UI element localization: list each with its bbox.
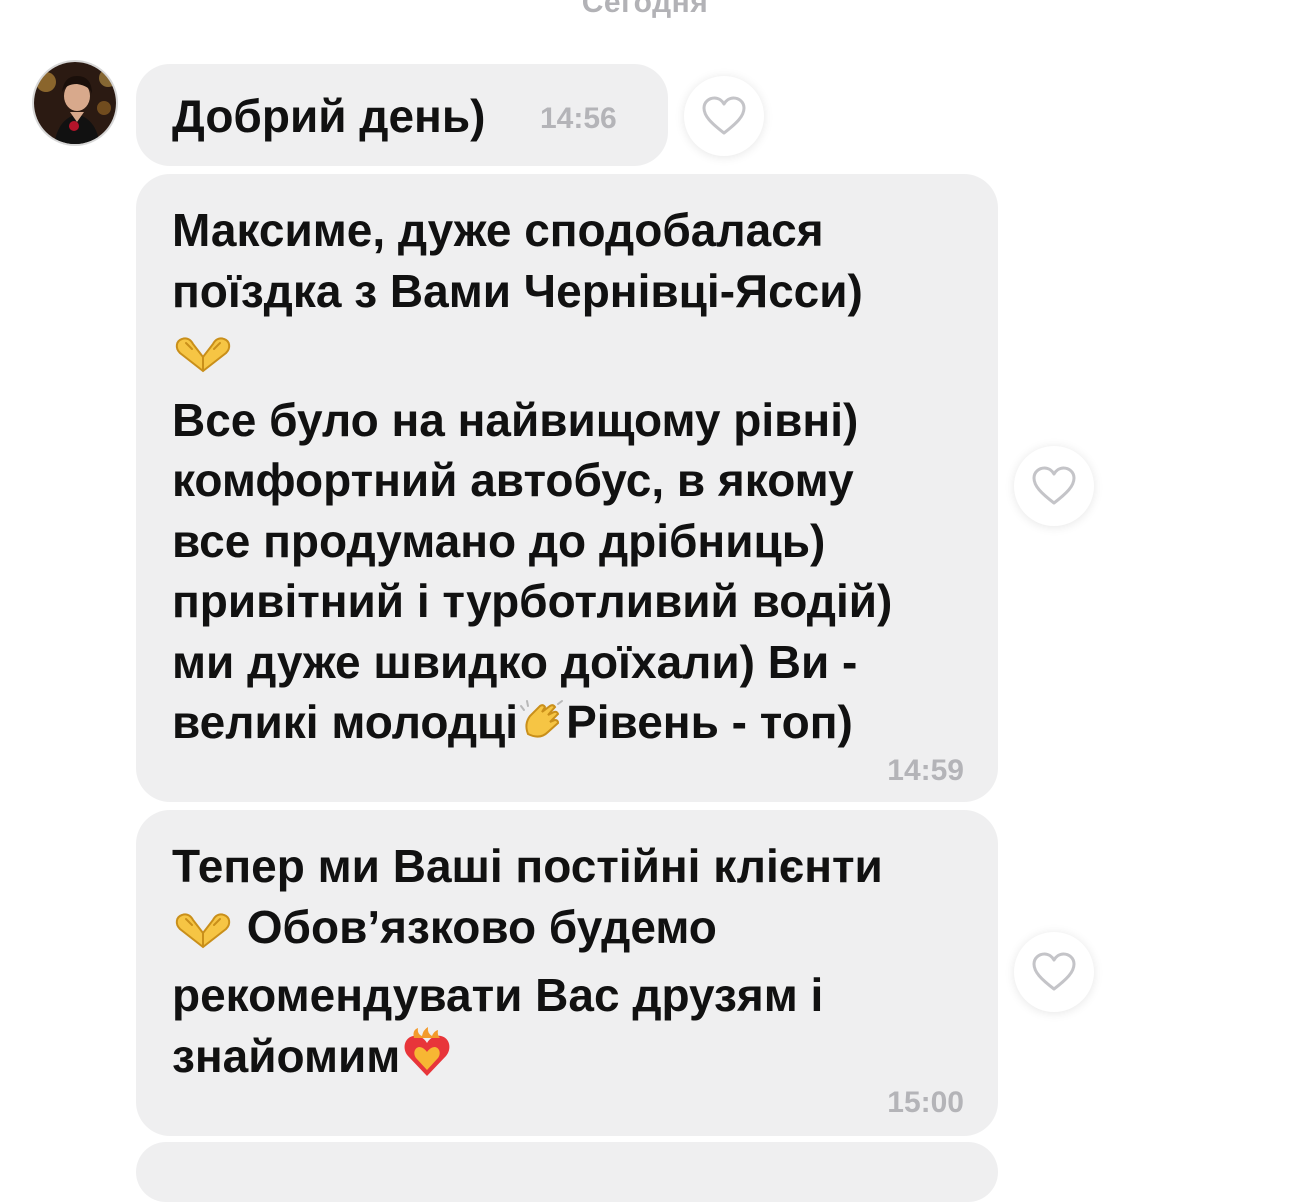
message-line: комфортний автобус, в якому	[172, 454, 854, 506]
like-button[interactable]	[1014, 932, 1094, 1012]
avatar-photo	[34, 62, 116, 144]
message-time: 15:00	[887, 1086, 964, 1119]
message-line: привітний і турботливий водій)	[172, 575, 893, 627]
like-button[interactable]	[1014, 446, 1094, 526]
message-text: Максиме, дуже сподобалася поїздка з Вами…	[172, 200, 972, 761]
message-line: знайомим	[172, 1029, 401, 1082]
message-line: Все було на найвищому рівні)	[172, 393, 859, 446]
heart-outline-icon	[1032, 952, 1076, 991]
message-time: 14:56	[540, 102, 617, 135]
message-time: 14:59	[887, 754, 964, 787]
heart-outline-icon	[702, 96, 746, 135]
heart-outline-icon	[1032, 466, 1076, 505]
message-line: Обов’язково будемо	[234, 900, 717, 953]
message-text: Тепер ми Ваші постійні клієнти Обов’язко…	[172, 836, 972, 1094]
clapping-hands-emoji	[518, 698, 566, 761]
sender-avatar[interactable]	[32, 60, 118, 146]
message-line: поїздка з Вами Чернівці-Ясси)	[172, 264, 863, 317]
message-line: Рівень - топ)	[566, 696, 853, 748]
heart-hands-emoji	[172, 329, 234, 390]
message-line: рекомендувати Вас друзям і	[172, 969, 824, 1021]
message-bubble-partial[interactable]	[136, 1142, 998, 1202]
message-line: Тепер ми Ваші постійні клієнти	[172, 840, 883, 892]
message-line: все продумано до дрібниць)	[172, 514, 826, 567]
like-button[interactable]	[684, 76, 764, 156]
message-bubble[interactable]: Добрий день) 14:56	[136, 64, 668, 166]
message-line: великі молодці	[172, 696, 519, 748]
message-bubble[interactable]: Тепер ми Ваші постійні клієнти Обов’язко…	[136, 810, 998, 1136]
date-separator: Сегодня	[581, 0, 709, 19]
heart-hands-emoji	[172, 905, 234, 966]
message-bubble[interactable]: Максиме, дуже сподобалася поїздка з Вами…	[136, 174, 998, 802]
message-line: Максиме, дуже сподобалася	[172, 204, 824, 256]
message-line: ми дуже швидко доїхали) Ви -	[172, 635, 858, 688]
message-text: Добрий день)	[172, 90, 486, 142]
heart-on-fire-emoji	[400, 1026, 454, 1095]
